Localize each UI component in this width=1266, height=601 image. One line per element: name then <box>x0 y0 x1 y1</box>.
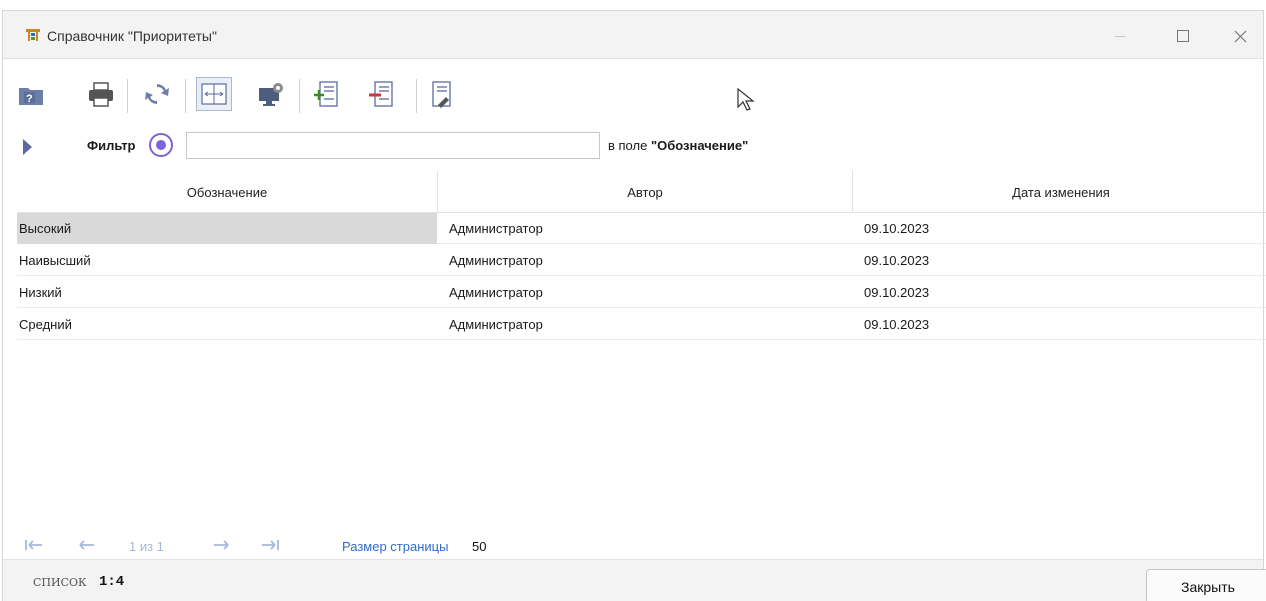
pager: 1 из 1 Размер страницы 50 <box>17 537 617 559</box>
table-row[interactable]: Низкий Администратор 09.10.2023 <box>17 277 1266 308</box>
monitor-gear-icon <box>259 83 283 106</box>
filter-label: Фильтр <box>87 138 136 153</box>
cell-designation: Высокий <box>17 213 437 244</box>
close-window-button[interactable] <box>1223 21 1257 51</box>
close-icon <box>1234 30 1246 42</box>
cell-author: Администратор <box>449 221 543 236</box>
remove-document-icon <box>369 81 393 107</box>
mouse-cursor-icon <box>737 87 755 111</box>
status-mode: СПИСОК <box>33 576 87 589</box>
toolbar: ? <box>3 69 1263 121</box>
edit-record-button[interactable] <box>423 77 459 111</box>
table-row[interactable]: Высокий Администратор 09.10.2023 <box>17 213 1266 244</box>
page-size-value[interactable]: 50 <box>472 539 486 554</box>
maximize-button[interactable] <box>1166 21 1200 51</box>
help-folder-button[interactable]: ? <box>13 77 49 111</box>
next-page-icon[interactable] <box>213 539 231 554</box>
column-header-modified-date[interactable]: Дата изменения <box>853 171 1266 213</box>
filter-radio[interactable] <box>149 133 173 157</box>
cell-date: 09.10.2023 <box>864 285 930 300</box>
page-size-label[interactable]: Размер страницы <box>342 539 448 554</box>
app-icon <box>25 27 41 43</box>
record-count: 1:4 <box>99 574 125 590</box>
add-record-button[interactable] <box>308 77 344 111</box>
edit-document-icon <box>432 81 451 108</box>
minimize-button[interactable] <box>1103 21 1137 51</box>
cell-author: Администратор <box>449 317 543 332</box>
fit-columns-button[interactable] <box>196 77 232 111</box>
filter-field: в поле "Обозначение" <box>608 138 748 153</box>
svg-text:?: ? <box>26 93 33 105</box>
prev-page-icon[interactable] <box>77 539 95 554</box>
window-title: Справочник "Приоритеты" <box>47 28 217 44</box>
column-header-author[interactable]: Автор <box>438 171 852 213</box>
delete-record-button[interactable] <box>363 77 399 111</box>
cell-date: 09.10.2023 <box>864 221 930 236</box>
table-row[interactable]: Наивысший Администратор 09.10.2023 <box>17 245 1266 276</box>
cell-designation: Средний <box>19 317 72 332</box>
data-grid: Обозначение Автор Дата изменения Высокий… <box>17 171 1266 351</box>
table-row[interactable]: Средний Администратор 09.10.2023 <box>17 309 1266 340</box>
cell-designation: Низкий <box>19 285 62 300</box>
print-button[interactable] <box>83 77 119 111</box>
filter-field-prefix: в поле <box>608 138 651 153</box>
filter-field-name: "Обозначение" <box>650 138 749 153</box>
cell-date: 09.10.2023 <box>864 317 930 332</box>
monitor-settings-button[interactable] <box>253 77 289 111</box>
status-bar: СПИСОК 1:4 Закрыть <box>3 559 1266 601</box>
cell-author: Администратор <box>449 285 543 300</box>
expand-filter-icon[interactable] <box>23 139 32 155</box>
close-button[interactable]: Закрыть <box>1146 569 1266 601</box>
add-document-icon <box>314 81 338 107</box>
column-header-designation[interactable]: Обозначение <box>17 171 437 213</box>
refresh-icon <box>145 84 169 104</box>
folder-question-icon: ? <box>19 88 43 105</box>
filter-row: Фильтр в поле "Обозначение" <box>3 131 1263 161</box>
reference-window: Справочник "Приоритеты" ? Фильтр в поле … <box>2 10 1266 601</box>
filter-input[interactable] <box>186 132 600 159</box>
cell-date: 09.10.2023 <box>864 253 930 268</box>
title-bar: Справочник "Приоритеты" <box>3 11 1263 59</box>
grid-header: Обозначение Автор Дата изменения <box>17 171 1266 213</box>
refresh-button[interactable] <box>139 77 175 111</box>
cell-author: Администратор <box>449 253 543 268</box>
page-info: 1 из 1 <box>129 539 164 554</box>
printer-icon <box>89 82 113 107</box>
first-page-icon[interactable] <box>25 539 43 554</box>
cell-designation: Наивысший <box>19 253 91 268</box>
last-page-icon[interactable] <box>261 539 279 554</box>
fit-columns-icon <box>201 83 227 105</box>
